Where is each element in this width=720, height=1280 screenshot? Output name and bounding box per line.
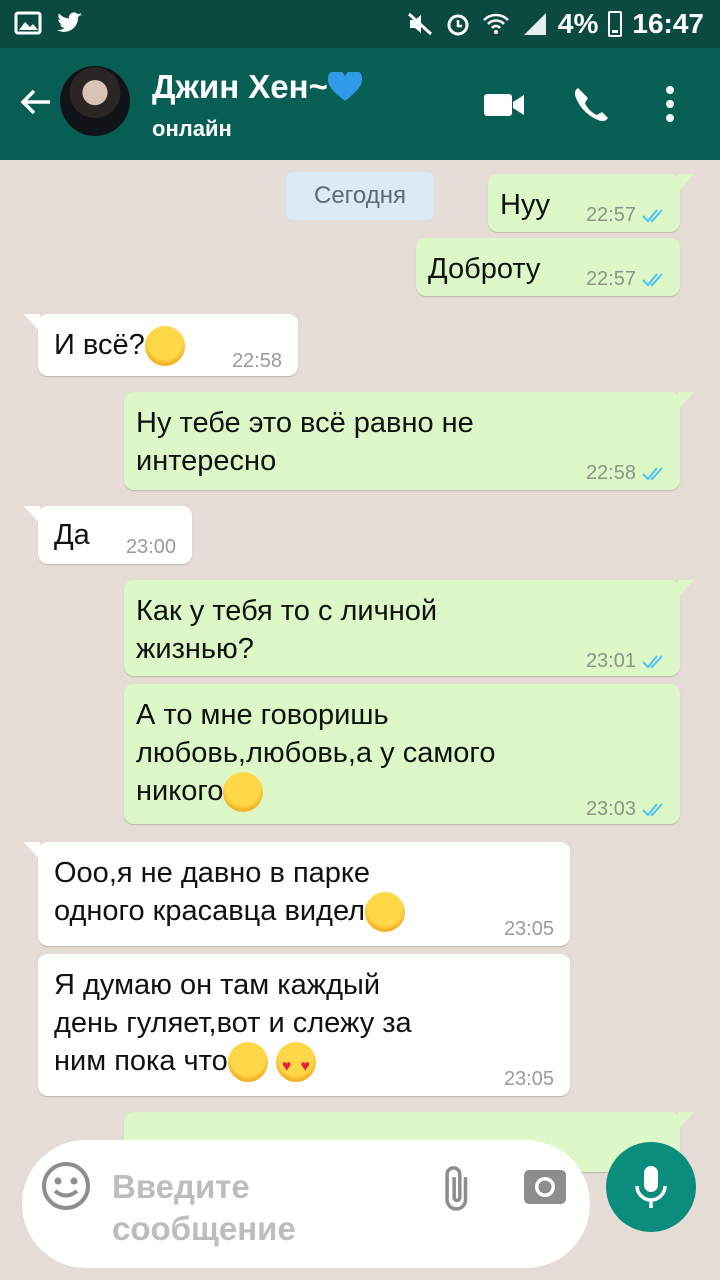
attachment-icon[interactable] — [432, 1162, 482, 1212]
outgoing-message[interactable]: Как у тебя то с личной жизнью? 23:01 — [124, 580, 694, 676]
message-time: 23:05 — [503, 918, 554, 940]
contact-name[interactable]: Джин Хен~ — [152, 68, 363, 106]
read-double-check-icon — [642, 655, 663, 669]
microphone-icon — [635, 1166, 667, 1208]
twitter-notification-icon — [57, 12, 82, 32]
message-text: Ну тебе это всё равно не интересно — [136, 407, 474, 477]
message-text: Я думаю он там каждый день гуляет,вот и … — [54, 966, 474, 1086]
incoming-message[interactable]: И всё? 22:58 — [24, 314, 298, 376]
outgoing-message[interactable]: Ну тебе это всё равно не интересно 22:58 — [124, 392, 694, 492]
laughing-emoji — [144, 326, 185, 367]
voice-record-button[interactable] — [606, 1142, 696, 1232]
video-call-icon[interactable] — [482, 84, 526, 124]
message-input[interactable]: Введите сообщение — [112, 1166, 432, 1250]
gallery-notification-icon — [14, 11, 42, 35]
signal-icon — [523, 13, 546, 35]
outgoing-message[interactable]: Доброту 22:57 — [416, 238, 680, 296]
read-double-check-icon — [642, 209, 663, 223]
back-arrow-icon[interactable] — [18, 84, 54, 120]
heart-eyes-emoji — [275, 1042, 316, 1086]
outgoing-message[interactable]: А то мне говоришь любовь,любовь,а у само… — [124, 684, 680, 824]
status-bar: 4% 16:47 — [0, 0, 720, 48]
message-text: Да — [54, 519, 90, 551]
message-list[interactable]: Сегодня Нуу 22:57 Доброту 22:57 И всё? 2… — [0, 160, 720, 1280]
message-text: А то мне говоришь любовь,любовь,а у само… — [136, 696, 556, 813]
more-options-icon[interactable] — [650, 84, 690, 124]
wifi-icon — [483, 13, 509, 34]
message-text: Нуу — [500, 189, 550, 221]
battery-percent: 4% — [557, 8, 599, 39]
message-text: Доброту — [428, 253, 541, 285]
message-time: 22:58 — [231, 350, 282, 372]
message-text: Ооо,я не давно в парке одного красавца в… — [54, 854, 454, 933]
phone-call-icon[interactable] — [570, 84, 614, 124]
read-double-check-icon — [642, 273, 663, 287]
drooling-emoji — [365, 892, 406, 933]
incoming-message[interactable]: Я думаю он там каждый день гуляет,вот и … — [38, 954, 570, 1096]
outgoing-message[interactable]: Нуу 22:57 — [488, 174, 694, 234]
read-double-check-icon — [642, 467, 663, 481]
battery-icon — [608, 11, 623, 37]
mute-icon — [407, 12, 432, 36]
message-text: И всё? — [54, 326, 185, 367]
message-time: 23:01 — [586, 642, 668, 680]
incoming-message[interactable]: Да 23:00 — [24, 506, 192, 564]
clock: 16:47 — [632, 8, 704, 39]
message-time: 22:58 — [586, 454, 668, 492]
contact-name-text: Джин Хен~ — [152, 68, 328, 105]
contact-status: онлайн — [152, 116, 232, 141]
smirk-emoji — [223, 772, 264, 813]
message-time: 23:05 — [503, 1068, 554, 1090]
emoji-picker-icon[interactable] — [40, 1160, 92, 1212]
blue-heart-icon — [327, 69, 363, 101]
incoming-message[interactable]: Ооо,я не давно в парке одного красавца в… — [24, 842, 570, 946]
avatar[interactable] — [60, 66, 130, 136]
message-time: 22:57 — [586, 260, 668, 298]
message-time: 23:03 — [586, 790, 668, 828]
message-time: 22:57 — [586, 196, 668, 234]
read-double-check-icon — [642, 803, 663, 817]
message-text: Как у тебя то с личной жизнью? — [136, 595, 438, 665]
date-separator: Сегодня — [286, 172, 434, 220]
camera-icon[interactable] — [522, 1164, 568, 1206]
message-time: 23:00 — [125, 536, 176, 558]
chat-header: Джин Хен~ онлайн — [0, 48, 720, 160]
drooling-emoji — [227, 1042, 268, 1083]
alarm-icon — [447, 14, 469, 36]
message-composer[interactable]: Введите сообщение — [22, 1140, 590, 1268]
